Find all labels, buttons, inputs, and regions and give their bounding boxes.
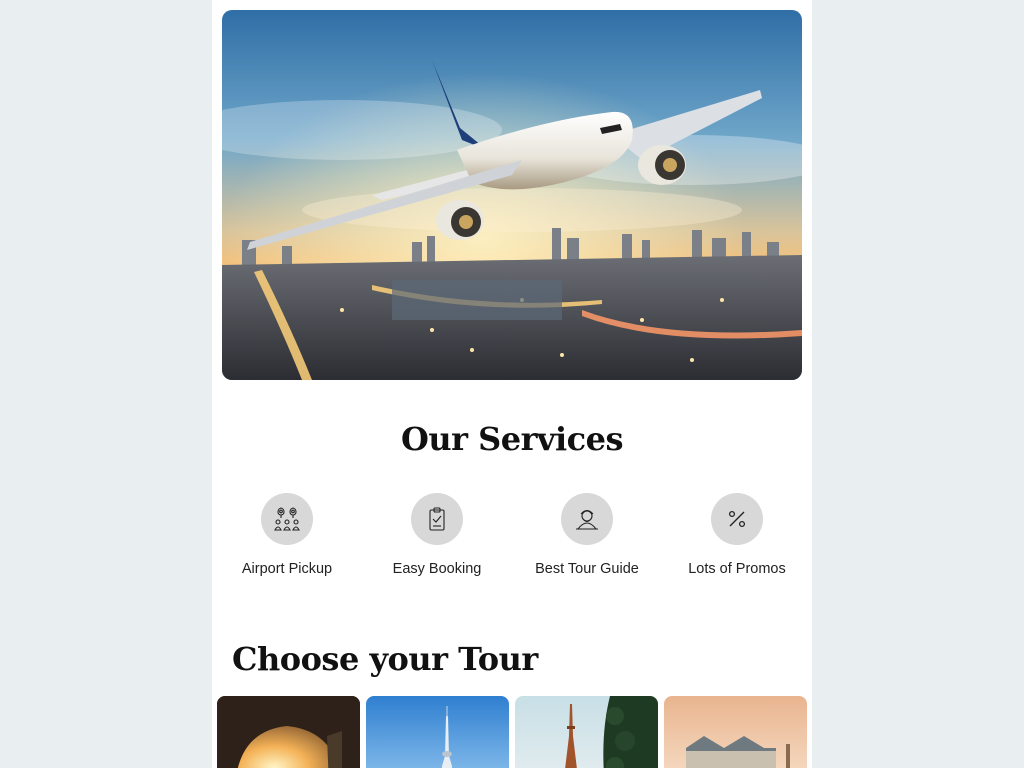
service-label: Lots of Promos bbox=[688, 561, 786, 577]
service-best-tour-guide[interactable]: Best Tour Guide bbox=[512, 493, 662, 577]
service-airport-pickup[interactable]: Airport Pickup bbox=[212, 493, 362, 577]
tours-heading: Choose your Tour bbox=[232, 640, 538, 678]
sunset-archway-photo bbox=[217, 696, 360, 768]
tower-blue-sky-photo bbox=[366, 696, 509, 768]
tour-card[interactable] bbox=[515, 696, 658, 768]
hero-image bbox=[222, 10, 802, 380]
percent-icon[interactable] bbox=[711, 493, 763, 545]
service-label: Best Tour Guide bbox=[535, 561, 639, 577]
services-list: Airport Pickup Easy Booking Best Tour Gu… bbox=[212, 493, 812, 593]
service-easy-booking[interactable]: Easy Booking bbox=[362, 493, 512, 577]
tour-guide-icon[interactable] bbox=[561, 493, 613, 545]
services-heading: Our Services bbox=[400, 420, 624, 458]
tour-card[interactable] bbox=[217, 696, 360, 768]
clipboard-check-icon[interactable] bbox=[411, 493, 463, 545]
main-content: Our Services Airport Pickup Easy Booking… bbox=[212, 0, 812, 768]
tour-cards bbox=[217, 696, 807, 768]
chateau-sunset-photo bbox=[664, 696, 807, 768]
tour-card[interactable] bbox=[366, 696, 509, 768]
eiffel-tower-photo bbox=[515, 696, 658, 768]
service-lots-of-promos[interactable]: Lots of Promos bbox=[662, 493, 812, 577]
map-pins-people-icon[interactable] bbox=[261, 493, 313, 545]
service-label: Easy Booking bbox=[392, 561, 482, 577]
service-label: Airport Pickup bbox=[241, 561, 333, 577]
tour-card[interactable] bbox=[664, 696, 807, 768]
